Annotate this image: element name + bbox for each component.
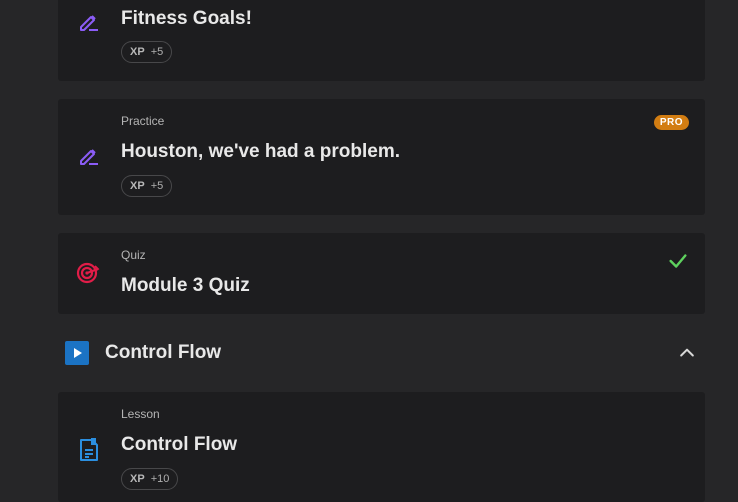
section-header-control-flow[interactable]: Control Flow: [58, 332, 705, 374]
activity-title: Fitness Goals!: [121, 8, 252, 29]
pro-badge: PRO: [653, 115, 689, 130]
play-icon: [65, 341, 89, 365]
activity-card-fitness-goals[interactable]: Fitness Goals! XP +5: [58, 0, 705, 81]
edit-note-icon: [80, 15, 98, 31]
activity-card-lesson[interactable]: Lesson Control Flow XP +10: [58, 392, 705, 502]
target-icon: [76, 262, 100, 284]
chevron-up-icon[interactable]: [677, 343, 697, 363]
activity-kind: Quiz: [121, 248, 146, 262]
xp-label: XP: [130, 46, 145, 58]
activity-card-practice[interactable]: Practice PRO Houston, we've had a proble…: [58, 99, 705, 215]
activity-title: Module 3 Quiz: [121, 275, 250, 296]
activity-card-quiz[interactable]: Quiz Module 3 Quiz: [58, 233, 705, 314]
activity-kind: Lesson: [121, 407, 160, 421]
xp-badge: XP +10: [121, 468, 179, 490]
checkmark-icon: [669, 254, 687, 268]
xp-label: XP: [130, 180, 145, 192]
activity-title: Control Flow: [121, 434, 238, 455]
xp-label: XP: [130, 473, 145, 485]
section-title: Control Flow: [105, 342, 222, 363]
xp-value: +5: [150, 180, 164, 192]
activity-title: Houston, we've had a problem.: [121, 141, 401, 162]
edit-note-icon: [80, 149, 98, 165]
xp-value: +5: [150, 46, 164, 58]
document-icon: [80, 438, 98, 461]
activity-kind: Practice: [121, 114, 165, 128]
xp-badge: XP +5: [121, 175, 173, 197]
xp-value: +10: [150, 473, 170, 485]
xp-badge: XP +5: [121, 41, 173, 63]
